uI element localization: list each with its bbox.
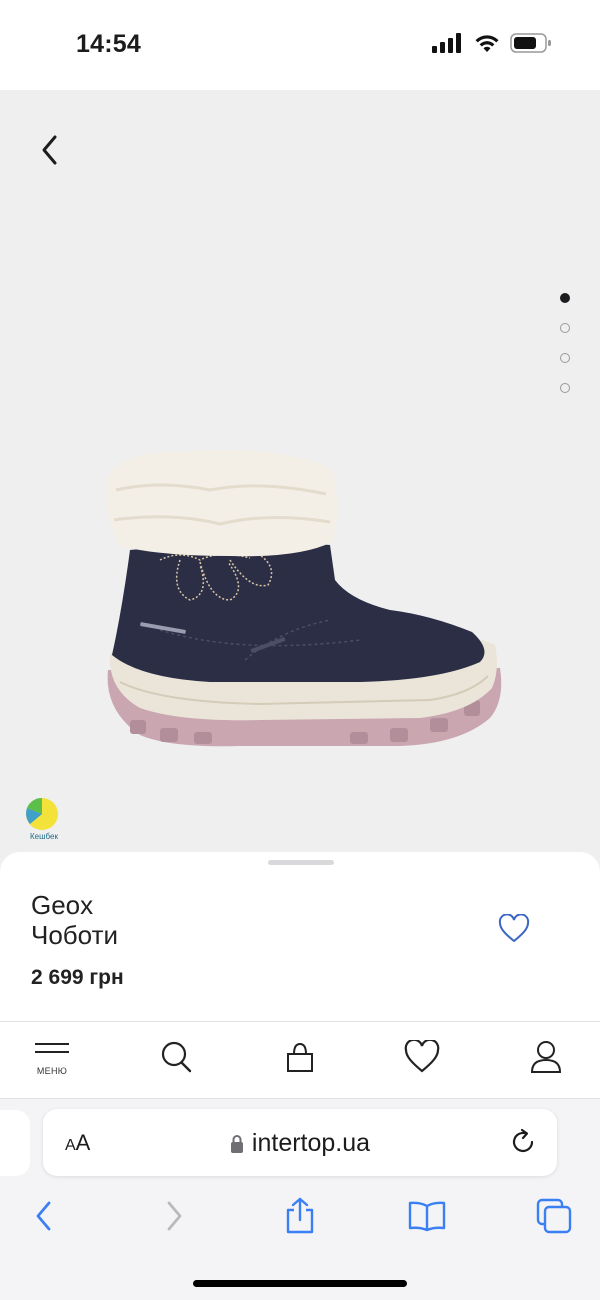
url-text: intertop.ua xyxy=(251,1129,371,1157)
product-hero[interactable]: Кешбек xyxy=(0,90,600,880)
heart-icon xyxy=(404,1040,440,1073)
status-bar: 14:54 xyxy=(0,0,600,90)
favorite-button[interactable] xyxy=(498,913,530,944)
carousel-dot-active[interactable] xyxy=(560,293,570,303)
tab-favorites[interactable] xyxy=(404,1040,440,1080)
reload-icon xyxy=(512,1128,534,1153)
carousel-dot[interactable] xyxy=(560,353,570,363)
cashback-label: Кешбек xyxy=(30,832,58,841)
tab-profile[interactable] xyxy=(530,1040,562,1080)
browser-forward-button[interactable] xyxy=(152,1194,196,1238)
product-brand: Geox xyxy=(31,890,94,920)
status-icons xyxy=(432,32,552,54)
user-icon xyxy=(530,1041,562,1073)
bookmarks-button[interactable] xyxy=(405,1194,449,1238)
product-price: 2 699 грн xyxy=(31,966,124,989)
cashback-icon xyxy=(26,797,58,830)
tabs-icon xyxy=(536,1198,572,1234)
cellular-icon xyxy=(432,33,461,53)
tab-menu-label: МЕНЮ xyxy=(36,1066,68,1076)
heart-outline-icon xyxy=(498,913,530,943)
bag-icon xyxy=(287,1042,313,1072)
cashback-badge: Кешбек xyxy=(24,796,64,842)
battery-icon xyxy=(510,33,551,53)
product-type: Чоботи xyxy=(31,920,119,950)
chevron-left-icon xyxy=(42,135,57,165)
share-icon xyxy=(286,1197,314,1234)
url-display[interactable]: intertop.ua xyxy=(43,1129,557,1158)
lock-icon xyxy=(230,1134,243,1153)
menu-icon xyxy=(35,1043,69,1053)
product-info-sheet: Geox Чоботи 2 699 грн xyxy=(0,852,600,1024)
carousel-dot[interactable] xyxy=(560,323,570,333)
tab-menu[interactable]: МЕНЮ xyxy=(34,1040,70,1080)
home-indicator[interactable] xyxy=(193,1280,407,1287)
sheet-grabber[interactable] xyxy=(268,860,334,865)
reload-button[interactable] xyxy=(509,1128,537,1156)
tab-bag[interactable] xyxy=(284,1040,316,1080)
tabs-button[interactable] xyxy=(532,1194,576,1238)
share-button[interactable] xyxy=(278,1194,322,1238)
carousel-dot[interactable] xyxy=(560,383,570,393)
address-bar[interactable]: AA intertop.ua xyxy=(43,1109,557,1176)
browser-back-button[interactable] xyxy=(22,1194,66,1238)
status-time: 14:54 xyxy=(76,30,141,58)
back-button[interactable] xyxy=(30,130,70,170)
tab-search[interactable] xyxy=(160,1040,192,1080)
bookmarks-icon xyxy=(408,1201,446,1232)
previous-tab-preview[interactable] xyxy=(0,1110,30,1176)
browser-toolbar: AA intertop.ua xyxy=(0,1099,600,1300)
back-icon xyxy=(36,1201,51,1231)
wifi-icon xyxy=(475,35,499,52)
search-icon xyxy=(161,1041,192,1073)
forward-icon xyxy=(167,1201,182,1231)
app-tab-bar: МЕНЮ xyxy=(0,1021,600,1099)
carousel-indicator xyxy=(560,293,570,393)
boot-image xyxy=(105,450,502,747)
